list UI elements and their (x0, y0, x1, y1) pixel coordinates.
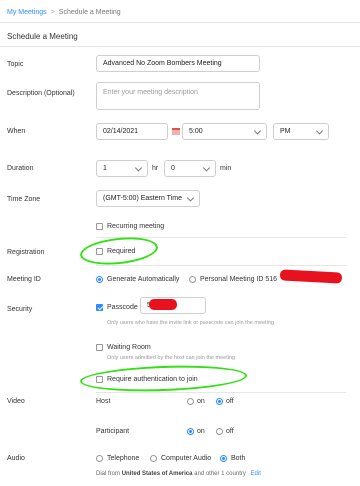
recurring-checkbox[interactable] (96, 223, 103, 230)
description-input[interactable]: Enter your meeting description (96, 82, 260, 110)
audio-telephone-label: Telephone (107, 455, 140, 462)
duration-label: Duration (7, 165, 34, 172)
duration-hours-select[interactable]: 1 (96, 160, 148, 177)
registration-label: Registration (7, 249, 45, 256)
audio-computer-label: Computer Audio (161, 455, 212, 462)
chevron-down-icon (134, 163, 143, 172)
breadcrumb-separator: > (50, 9, 55, 16)
redaction-mark (149, 299, 177, 310)
passcode-checkbox[interactable] (96, 304, 103, 311)
ampm-value: PM (280, 128, 291, 135)
dial-prefix: Dial from (96, 471, 121, 477)
generate-automatically-radio[interactable] (96, 276, 103, 283)
video-host-label: Host (96, 398, 111, 405)
video-host-on-radio[interactable] (187, 398, 194, 405)
passcode-label: Passcode (107, 304, 138, 311)
highlight-circle (78, 233, 160, 269)
chevron-down-icon (202, 163, 211, 172)
chevron-down-icon (315, 126, 324, 135)
personal-meeting-id-label: Personal Meeting ID 516 (200, 276, 278, 283)
breadcrumb: My Meetings > Schedule a Meeting (7, 9, 121, 16)
video-label: Video (7, 398, 25, 405)
duration-minutes-value: 0 (171, 165, 175, 172)
edit-countries-link[interactable]: Edit (251, 471, 261, 477)
video-participant-label: Participant (96, 428, 130, 435)
redaction-mark (279, 269, 343, 284)
hr-label: hr (152, 165, 159, 172)
video-participant-off-radio[interactable] (216, 428, 223, 435)
audio-telephone-radio[interactable] (96, 455, 103, 462)
video-host-off-label: off (226, 398, 234, 405)
dial-suffix: and other 1 country (194, 471, 246, 477)
divider (96, 392, 346, 393)
waiting-room-label: Waiting Room (107, 344, 151, 351)
audio-label: Audio (7, 455, 25, 462)
video-participant-on-radio[interactable] (187, 428, 194, 435)
topic-input[interactable]: Advanced No Zoom Bombers Meeting (96, 55, 260, 72)
time-zone-label: Time Zone (7, 196, 41, 203)
video-host-off-radio[interactable] (216, 398, 223, 405)
audio-both-label: Both (231, 455, 246, 462)
recurring-label: Recurring meeting (107, 223, 165, 230)
personal-meeting-id-radio[interactable] (189, 276, 196, 283)
breadcrumb-my-meetings-link[interactable]: My Meetings (7, 9, 47, 16)
highlight-circle (79, 363, 248, 394)
topic-label: Topic (7, 61, 24, 68)
time-value: 5:00 (189, 128, 203, 135)
generate-automatically-label: Generate Automatically (107, 276, 180, 283)
divider (0, 46, 360, 47)
ampm-select[interactable]: PM (273, 123, 329, 140)
calendar-icon[interactable] (172, 128, 180, 135)
dial-country: United States of America (121, 471, 193, 477)
dial-from-text: Dial from United States of America and o… (96, 471, 261, 477)
audio-both-radio[interactable] (220, 455, 227, 462)
video-participant-on-label: on (197, 428, 205, 435)
meeting-id-label: Meeting ID (7, 276, 41, 283)
video-participant-off-label: off (226, 428, 234, 435)
duration-minutes-select[interactable]: 0 (164, 160, 216, 177)
audio-computer-radio[interactable] (150, 455, 157, 462)
chevron-down-icon (253, 126, 262, 135)
when-label: When (7, 128, 26, 135)
description-label: Description (Optional) (7, 90, 75, 97)
video-host-on-label: on (197, 398, 205, 405)
min-label: min (220, 165, 232, 172)
waiting-room-checkbox[interactable] (96, 344, 103, 351)
time-zone-value: (GMT-5:00) Eastern Time (103, 195, 182, 202)
divider (96, 265, 346, 266)
time-select[interactable]: 5:00 (182, 123, 267, 140)
time-zone-select[interactable]: (GMT-5:00) Eastern Time (96, 190, 200, 207)
divider (0, 22, 360, 23)
security-label: Security (7, 306, 33, 313)
date-input[interactable]: 02/14/2021 (96, 123, 168, 140)
page-title: Schedule a Meeting (7, 32, 78, 41)
duration-hours-value: 1 (103, 165, 107, 172)
passcode-note: Only users who have the invite link or p… (107, 320, 274, 326)
waiting-room-note: Only users admitted by the host can join… (107, 355, 236, 361)
chevron-down-icon (186, 193, 195, 202)
breadcrumb-current: Schedule a Meeting (58, 9, 121, 16)
